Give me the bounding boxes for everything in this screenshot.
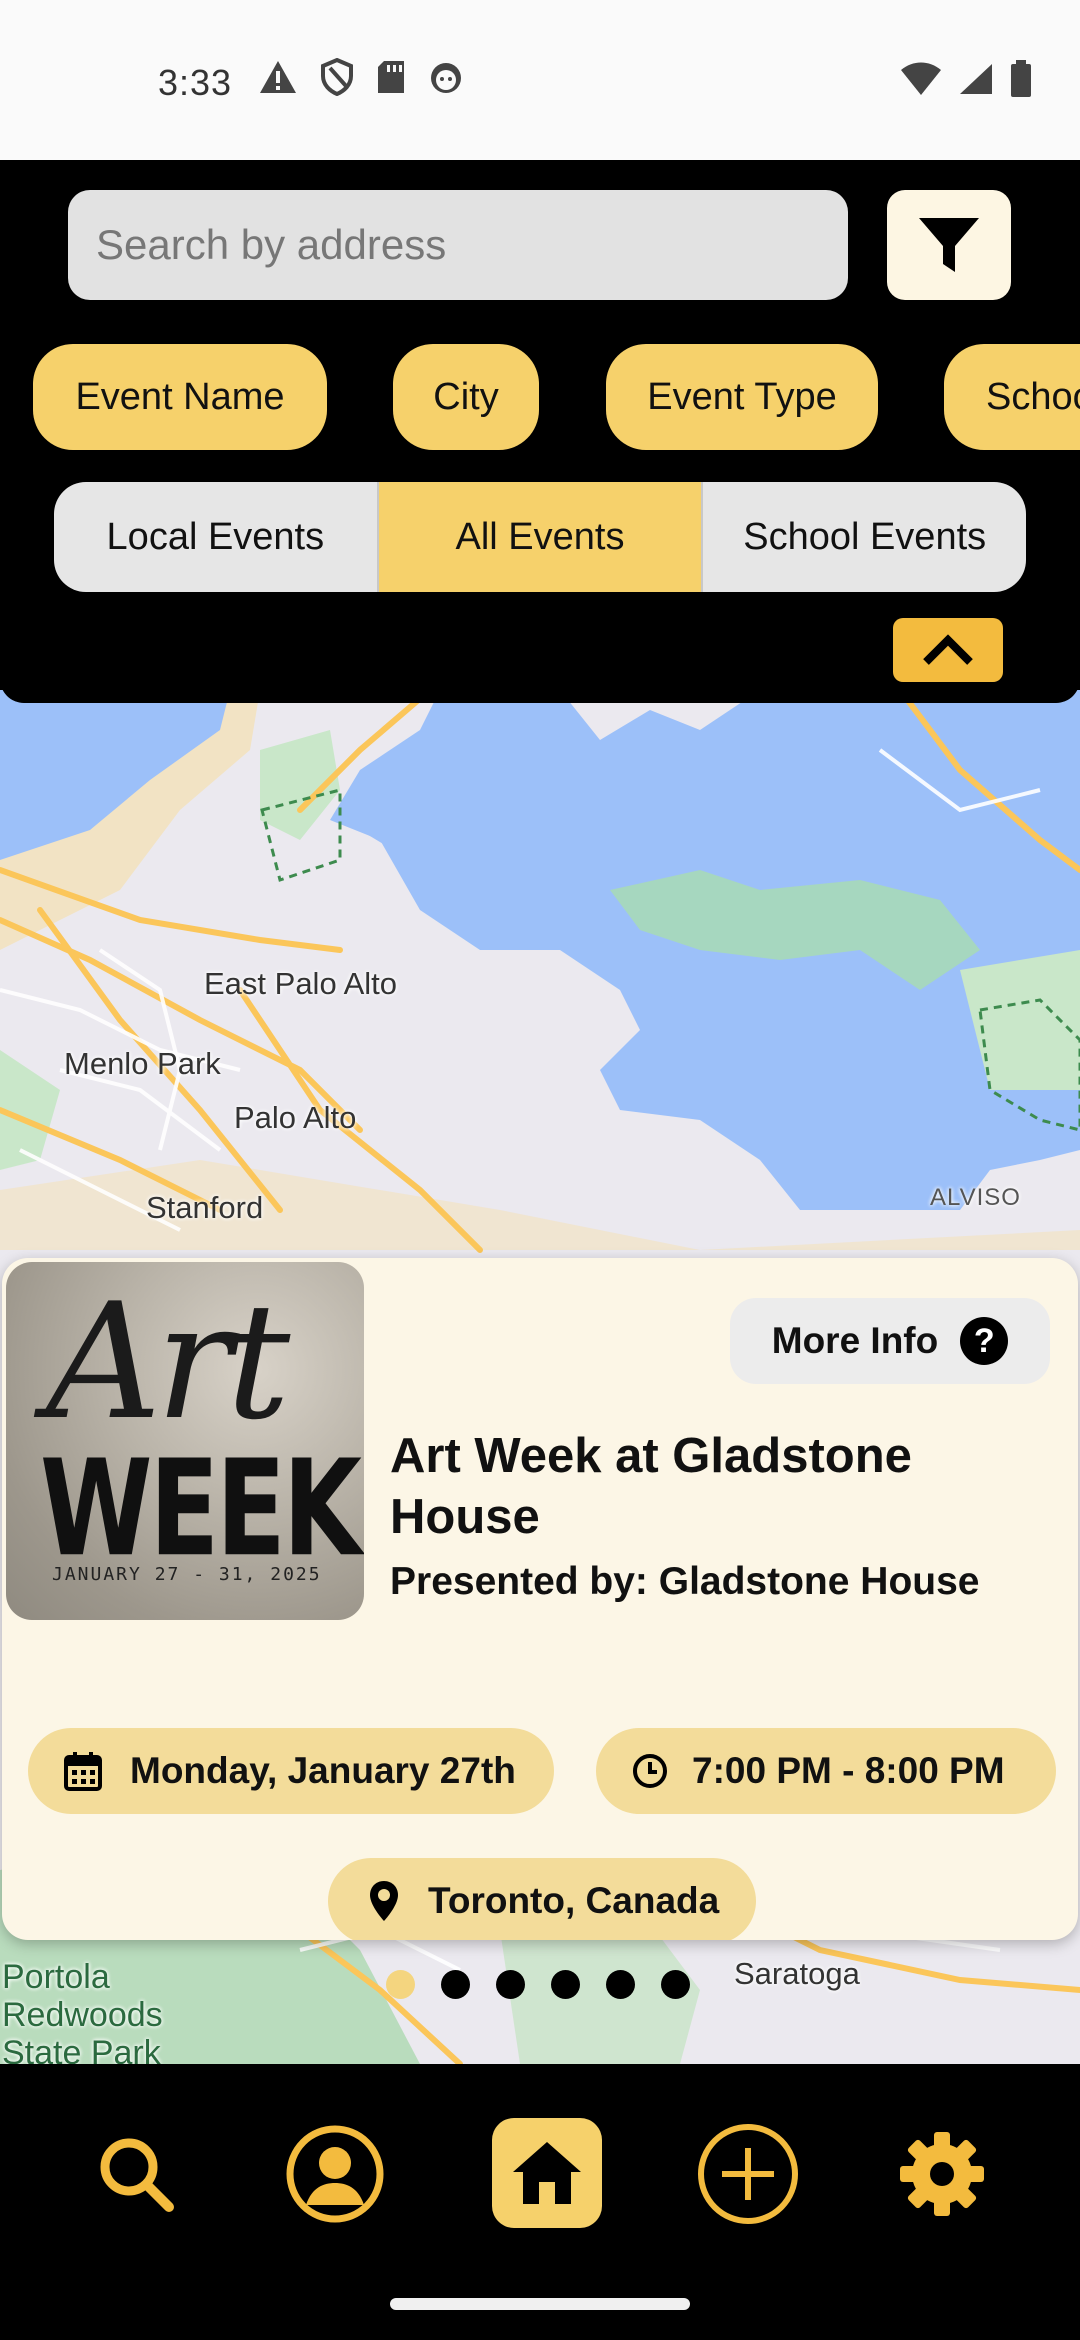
event-image-dates: JANUARY 27 - 31, 2025: [52, 1564, 322, 1585]
warning-icon: [260, 61, 296, 93]
event-date: Monday, January 27th: [130, 1750, 516, 1791]
status-bar: 3:33: [0, 0, 1080, 160]
map-label-palo-alto: Palo Alto: [234, 1100, 357, 1135]
settings-icon: [900, 2132, 984, 2216]
event-card[interactable]: Art WEEK JANUARY 27 - 31, 2025 More Info…: [2, 1258, 1078, 1940]
home-icon: [513, 2142, 581, 2204]
filter-icon: [919, 218, 979, 272]
map-label-menlo-park: Menlo Park: [64, 1046, 221, 1081]
sd-card-icon: [378, 61, 404, 93]
wifi-icon: [901, 62, 941, 95]
chip-event-type[interactable]: Event Type: [606, 344, 878, 450]
pager-dot[interactable]: [441, 1970, 470, 1999]
more-info-button[interactable]: More Info ?: [730, 1298, 1050, 1384]
nav-home[interactable]: [492, 2118, 602, 2228]
event-presenter: Presented by: Gladstone House: [390, 1560, 980, 1603]
nav-profile[interactable]: [275, 2114, 395, 2234]
pager-dot[interactable]: [386, 1970, 415, 1999]
event-location: Toronto, Canada: [428, 1880, 720, 1921]
map-label-alviso: ALVISO: [930, 1184, 1021, 1211]
map-label-east-palo-alto: East Palo Alto: [204, 966, 398, 1001]
event-date-pill: Monday, January 27th: [28, 1728, 554, 1814]
profile-icon: [286, 2125, 384, 2223]
more-info-label: More Info: [771, 1320, 939, 1361]
calendar-icon: [64, 1752, 102, 1791]
filter-button[interactable]: [887, 190, 1011, 300]
tab-all-events[interactable]: All Events: [378, 482, 704, 592]
event-time-pill: 7:00 PM - 8:00 PM: [596, 1728, 1056, 1814]
add-icon: [698, 2124, 798, 2224]
filter-chips: Event Name City Event Type School: [0, 344, 1080, 452]
chip-event-name[interactable]: Event Name: [33, 344, 327, 450]
tab-local-events[interactable]: Local Events: [54, 482, 379, 592]
pager-dot[interactable]: [551, 1970, 580, 1999]
chip-city[interactable]: City: [393, 344, 539, 450]
collapse-panel-button[interactable]: [893, 618, 1003, 682]
pager-dot[interactable]: [606, 1970, 635, 1999]
help-icon: ?: [960, 1317, 1009, 1365]
location-pin-icon: [370, 1881, 398, 1921]
status-time: 3:33: [158, 62, 233, 103]
notification-face-icon: [431, 63, 461, 93]
chip-school[interactable]: School: [944, 344, 1080, 450]
map-label-portola: Portola Redwoods State Park: [2, 1958, 163, 2064]
pager-dot[interactable]: [661, 1970, 690, 1999]
status-icons-right: [900, 60, 1032, 98]
nav-settings[interactable]: [882, 2114, 1002, 2234]
status-icons-left: [258, 58, 464, 96]
event-image: Art WEEK JANUARY 27 - 31, 2025: [6, 1262, 364, 1620]
pager-dot[interactable]: [496, 1970, 525, 1999]
search-icon: [100, 2138, 174, 2212]
map-label-saratoga: Saratoga: [734, 1956, 860, 1991]
tab-school-events[interactable]: School Events: [703, 482, 1026, 592]
event-scope-toggle: Local Events All Events School Events: [54, 482, 1026, 592]
cell-signal-icon: [960, 64, 992, 94]
search-input[interactable]: [68, 190, 848, 300]
home-gesture-bar[interactable]: [390, 2298, 690, 2310]
search-filter-panel: Event Name City Event Type School Local …: [0, 160, 1080, 703]
nav-add[interactable]: [688, 2114, 808, 2234]
shield-icon: [321, 58, 353, 96]
event-title: Art Week at Gladstone House: [390, 1429, 912, 1544]
event-location-pill: Toronto, Canada: [328, 1858, 756, 1940]
battery-icon: [1011, 60, 1031, 97]
clock-icon: [633, 1754, 667, 1788]
nav-search[interactable]: [76, 2114, 196, 2234]
event-time: 7:00 PM - 8:00 PM: [692, 1750, 1005, 1791]
event-image-script-text: Art: [46, 1268, 290, 1455]
map-label-stanford: Stanford: [146, 1190, 264, 1225]
chevron-up-icon: [923, 634, 973, 665]
event-pager: [386, 1970, 690, 1999]
